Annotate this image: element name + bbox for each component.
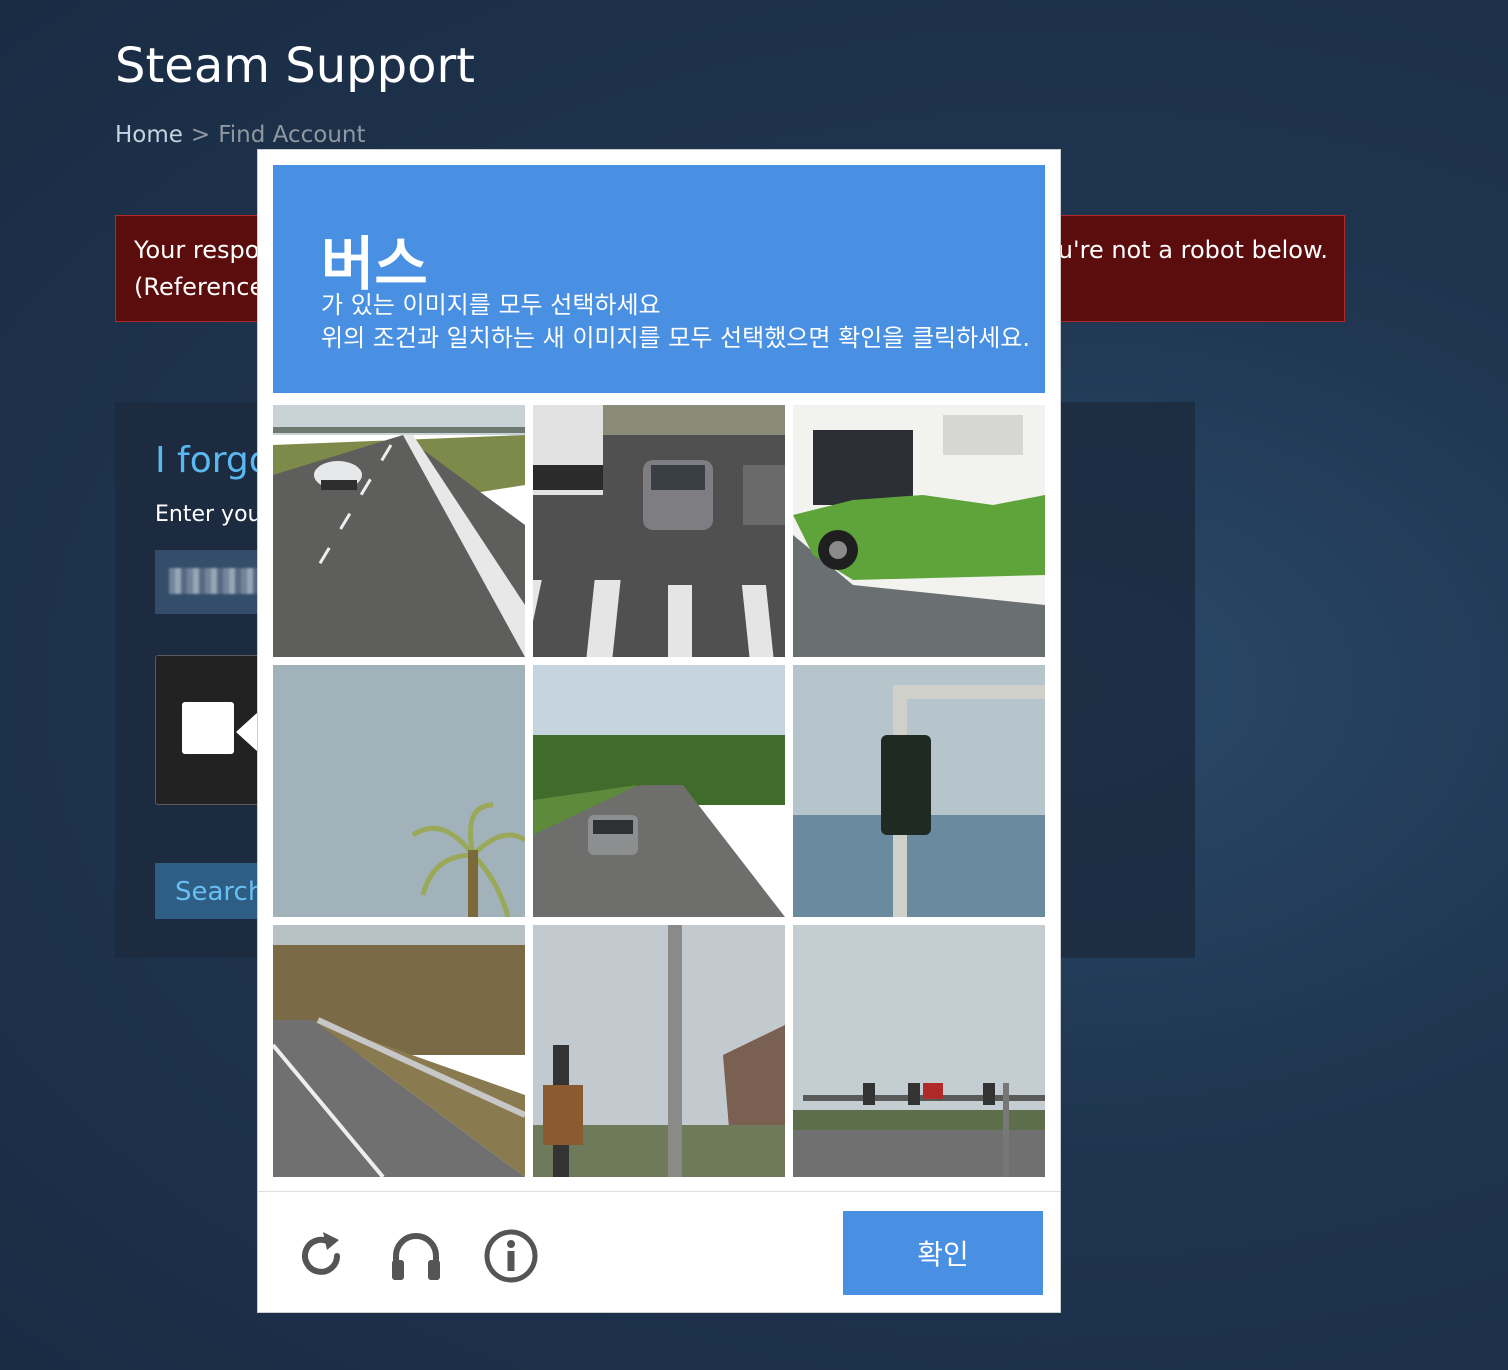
captcha-instruction-line1: 가 있는 이미지를 모두 선택하세요: [321, 291, 661, 319]
highway-car-image: [273, 405, 525, 657]
headphones-icon[interactable]: [388, 1228, 444, 1284]
traffic-light-sea-image: [793, 665, 1045, 917]
captcha-tile-3[interactable]: [793, 405, 1045, 657]
captcha-tile-7[interactable]: [273, 925, 525, 1177]
error-text-line1: Your respo: [134, 236, 260, 264]
page-title: Steam Support: [115, 38, 475, 94]
captcha-header: 버스 가 있는 이미지를 모두 선택하세요 위의 조건과 일치하는 새 이미지를…: [273, 165, 1045, 393]
form-heading: I forgo: [155, 440, 271, 481]
bus-image: [793, 405, 1045, 657]
breadcrumb-home-link[interactable]: Home: [115, 122, 183, 148]
captcha-tile-5[interactable]: [533, 665, 785, 917]
captcha-tile-2[interactable]: [533, 405, 785, 657]
captcha-image-grid: [273, 405, 1045, 1177]
captcha-challenge-dialog: 버스 가 있는 이미지를 모두 선택하세요 위의 조건과 일치하는 새 이미지를…: [257, 149, 1061, 1313]
captcha-tile-6[interactable]: [793, 665, 1045, 917]
captcha-tile-8[interactable]: [533, 925, 785, 1177]
form-label: Enter you: [155, 502, 262, 527]
blurred-input-value: [169, 568, 269, 594]
road-trees-car-image: [533, 665, 785, 917]
captcha-instructions: 가 있는 이미지를 모두 선택하세요 위의 조건과 일치하는 새 이미지를 모두…: [321, 289, 1031, 355]
breadcrumb-separator: >: [190, 122, 211, 148]
reload-icon[interactable]: [293, 1228, 349, 1284]
breadcrumb-current[interactable]: Find Account: [218, 122, 365, 148]
footer-divider: [258, 1191, 1060, 1192]
verify-button[interactable]: 확인: [843, 1211, 1043, 1295]
captcha-pointer-arrow: [236, 712, 258, 752]
recaptcha-checkbox[interactable]: [182, 702, 234, 754]
error-text-line1-end: u're not a robot below.: [1057, 236, 1328, 264]
info-icon[interactable]: [483, 1228, 539, 1284]
sky-palm-image: [273, 665, 525, 917]
captcha-instruction-line2: 위의 조건과 일치하는 새 이미지를 모두 선택했으면 확인을 클릭하세요.: [321, 324, 1030, 352]
traffic-lights-road-image: [793, 925, 1045, 1177]
intersection-cars-image: [533, 405, 785, 657]
error-text-line2: (Reference: [134, 273, 265, 301]
road-guardrail-trees-image: [273, 925, 525, 1177]
breadcrumb: Home > Find Account: [115, 122, 366, 148]
pole-street-image: [533, 925, 785, 1177]
captcha-tile-1[interactable]: [273, 405, 525, 657]
captcha-tile-4[interactable]: [273, 665, 525, 917]
captcha-tile-9[interactable]: [793, 925, 1045, 1177]
